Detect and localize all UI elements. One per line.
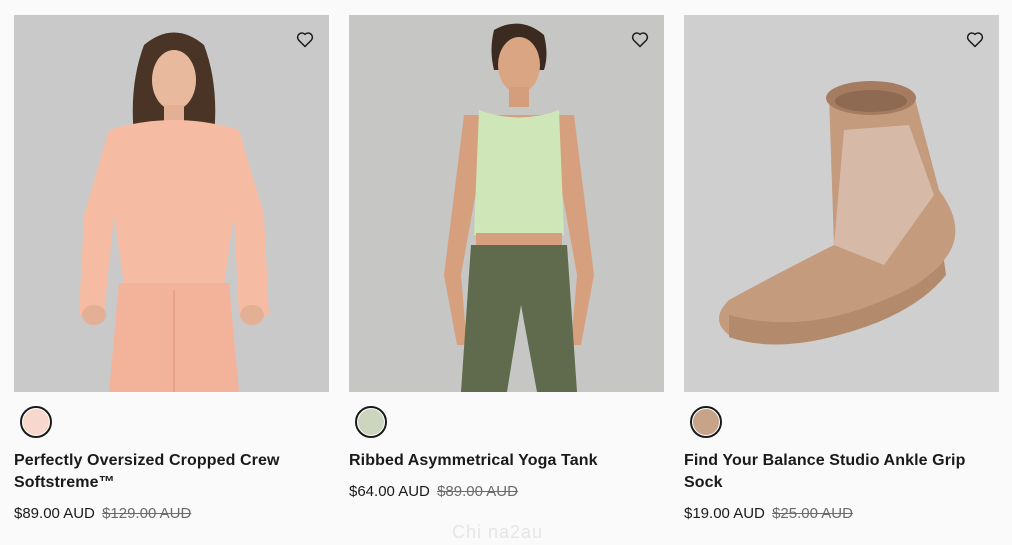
product-image-sock[interactable] — [684, 15, 999, 392]
wishlist-heart-icon[interactable] — [295, 29, 315, 49]
product-grid: Perfectly Oversized Cropped Crew Softstr… — [14, 15, 999, 524]
swatch-color-dot — [358, 409, 384, 435]
product-card: Ribbed Asymmetrical Yoga Tank $64.00 AUD… — [349, 15, 664, 524]
sale-price: $64.00 AUD — [349, 483, 430, 500]
product-title[interactable]: Ribbed Asymmetrical Yoga Tank — [349, 450, 664, 472]
color-swatch[interactable] — [20, 406, 52, 438]
wishlist-heart-icon[interactable] — [630, 29, 650, 49]
product-image-crew[interactable] — [14, 15, 329, 392]
product-price: $19.00 AUD $25.00 AUD — [684, 504, 999, 524]
sock-photo-illustration — [719, 81, 956, 345]
swatch-color-dot — [693, 409, 719, 435]
model-photo-illustration — [79, 32, 269, 392]
watermark-text: Chi na2au — [452, 522, 544, 542]
sale-price: $19.00 AUD — [684, 505, 765, 522]
product-price: $64.00 AUD $89.00 AUD — [349, 482, 664, 502]
wishlist-heart-icon[interactable] — [965, 29, 985, 49]
sale-price: $89.00 AUD — [14, 505, 95, 522]
original-price: $89.00 AUD — [437, 483, 518, 500]
product-card: Find Your Balance Studio Ankle Grip Sock… — [684, 15, 999, 524]
color-swatch[interactable] — [355, 406, 387, 438]
product-image-tank[interactable] — [349, 15, 664, 392]
product-title[interactable]: Find Your Balance Studio Ankle Grip Sock — [684, 450, 999, 494]
color-swatch[interactable] — [690, 406, 722, 438]
original-price: $129.00 AUD — [102, 505, 192, 522]
original-price: $25.00 AUD — [772, 505, 853, 522]
model-photo-illustration — [444, 23, 594, 392]
swatch-color-dot — [23, 409, 49, 435]
product-card: Perfectly Oversized Cropped Crew Softstr… — [14, 15, 329, 524]
product-title[interactable]: Perfectly Oversized Cropped Crew Softstr… — [14, 450, 329, 494]
product-price: $89.00 AUD $129.00 AUD — [14, 504, 329, 524]
